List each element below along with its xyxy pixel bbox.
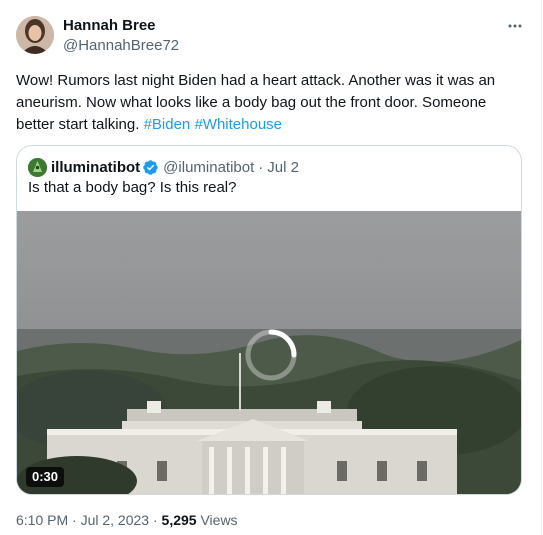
quoted-tweet-header: illuminatibot @iluminatibot · Jul 2 [28, 157, 299, 177]
quoted-separator: · [258, 158, 264, 176]
quoted-tweet[interactable]: illuminatibot @iluminatibot · Jul 2 Is t… [16, 145, 522, 495]
author-handle[interactable]: @HannahBree72 [63, 37, 179, 54]
hashtag-whitehouse[interactable]: #Whitehouse [194, 116, 282, 133]
views-count: 5,295 [161, 512, 197, 528]
quoted-author-handle[interactable]: @iluminatibot [163, 159, 254, 176]
tweet-text: Wow! Rumors last night Biden had a heart… [16, 70, 521, 136]
quoted-date[interactable]: Jul 2 [267, 159, 299, 176]
author-avatar[interactable] [16, 16, 54, 54]
author-name[interactable]: Hannah Bree [63, 17, 156, 34]
video-player[interactable]: 0:30 [17, 211, 521, 494]
tweet-card: Hannah Bree @HannahBree72 Wow! Rumors la… [0, 0, 542, 535]
verified-badge-icon [143, 159, 158, 175]
more-horizontal-icon [508, 24, 522, 28]
quoted-author-avatar[interactable] [28, 157, 47, 177]
tweet-timestamp[interactable]: 6:10 PM · Jul 2, 2023 · [16, 512, 162, 528]
quoted-tweet-text: Is that a body bag? Is this real? [28, 179, 237, 196]
quoted-author-name[interactable]: illuminatibot [51, 159, 140, 176]
loading-spinner-icon [245, 329, 297, 381]
more-options-button[interactable] [502, 14, 528, 38]
views-label: Views [196, 512, 238, 528]
video-duration-badge: 0:30 [26, 467, 65, 487]
hashtag-biden[interactable]: #Biden [144, 116, 191, 133]
tweet-meta: 6:10 PM · Jul 2, 2023 · 5,295 Views [16, 512, 238, 528]
